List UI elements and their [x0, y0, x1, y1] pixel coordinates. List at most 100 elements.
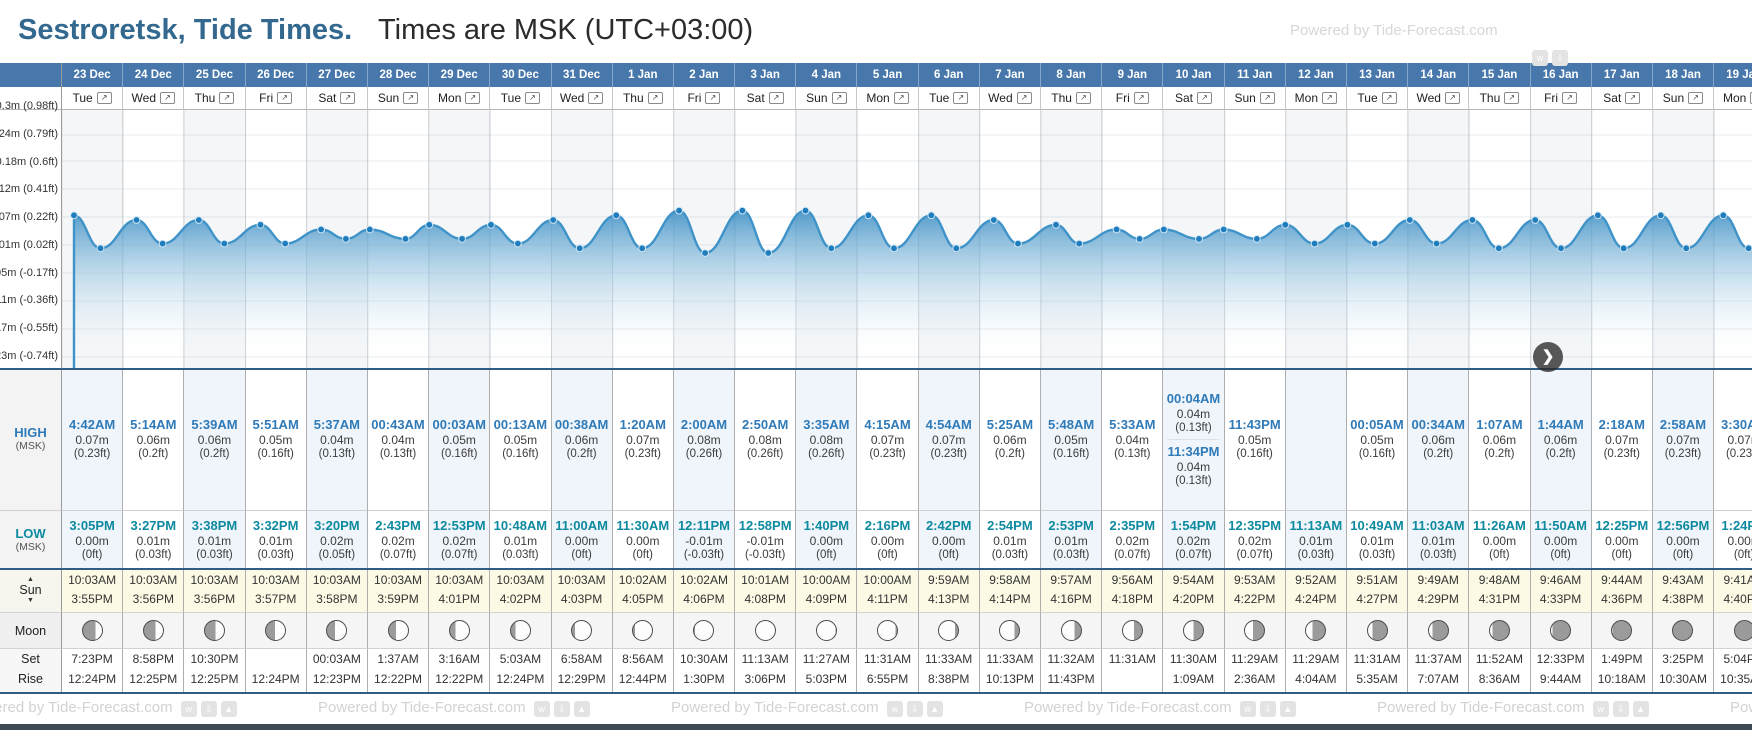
high-tide-entry: 2:50AM 0.08m (0.26ft)	[742, 417, 788, 461]
date-header[interactable]: 26 Dec	[245, 63, 307, 87]
expand-day-icon[interactable]: ↗	[1075, 92, 1091, 104]
date-header[interactable]: 7 Jan	[979, 63, 1041, 87]
date-header[interactable]: 30 Dec	[490, 63, 552, 87]
app-store-icon[interactable]: ▲	[573, 701, 590, 717]
app-icon[interactable]: w	[886, 701, 903, 717]
date-header[interactable]: 11 Jan	[1224, 63, 1286, 87]
expand-day-icon[interactable]: ↗	[1444, 92, 1460, 104]
high-tide-height-m: 0.04m	[1115, 433, 1149, 447]
expand-day-icon[interactable]: ↗	[705, 92, 721, 104]
date-header[interactable]: 1 Jan	[612, 63, 674, 87]
low-tide-height-ft: (0.03ft)	[991, 548, 1029, 561]
app-store-icon[interactable]: ▲	[1632, 701, 1649, 717]
day-cell: Wed ↗	[979, 87, 1041, 110]
date-header[interactable]: 28 Dec	[367, 63, 430, 87]
moonset-time-cell: 11:29AM	[1224, 648, 1286, 669]
app-store-icon[interactable]: ▲	[926, 701, 943, 717]
app-icon[interactable]: w	[533, 701, 550, 717]
download-icon[interactable]: ⇩	[1552, 50, 1568, 66]
expand-day-icon[interactable]: ↗	[768, 92, 784, 104]
expand-day-icon[interactable]: ↗	[1688, 92, 1704, 104]
expand-day-icon[interactable]: ↗	[588, 92, 604, 104]
date-header[interactable]: 12 Jan	[1285, 63, 1347, 87]
high-tide-cell: 5:39AM 0.06m (0.2ft)	[184, 368, 246, 510]
low-tide-entry: 12:53PM 0.02m (0.07ft)	[433, 518, 486, 562]
date-header[interactable]: 17 Jan	[1591, 63, 1653, 87]
date-header[interactable]: 2 Jan	[673, 63, 736, 87]
share-icons[interactable]: w ⇩	[1528, 48, 1568, 66]
date-header[interactable]: 24 Dec	[123, 63, 185, 87]
low-tide-entry: 12:58PM -0.01m (-0.03ft)	[739, 518, 792, 562]
high-tide-height-ft: (0.2ft)	[1423, 448, 1454, 460]
date-header[interactable]: 14 Jan	[1408, 63, 1470, 87]
date-header[interactable]: 16 Jan	[1530, 63, 1592, 87]
expand-day-icon[interactable]: ↗	[340, 92, 356, 104]
title-bar: Sestroretsk, Tide Times. Times are MSK (…	[0, 0, 1752, 63]
date-header[interactable]: 4 Jan	[796, 63, 858, 87]
expand-day-icon[interactable]: ↗	[96, 92, 112, 104]
date-header[interactable]: 19 Jan	[1714, 63, 1752, 87]
download-icon[interactable]: ⇩	[1612, 701, 1629, 717]
date-header[interactable]: 13 Jan	[1346, 63, 1409, 87]
expand-day-icon[interactable]: ↗	[1625, 92, 1641, 104]
sun-times-cell: 10:02AM 4:05PM	[612, 568, 674, 612]
app-store-icon[interactable]: ▲	[220, 701, 237, 717]
expand-day-icon[interactable]: ↗	[277, 92, 293, 104]
expand-day-icon[interactable]: ↗	[1259, 92, 1275, 104]
date-header[interactable]: 6 Jan	[918, 63, 980, 87]
date-header[interactable]: 15 Jan	[1469, 63, 1531, 87]
date-header[interactable]: 18 Jan	[1652, 63, 1715, 87]
date-header[interactable]: 31 Dec	[551, 63, 613, 87]
expand-day-icon[interactable]: ↗	[1196, 92, 1212, 104]
moon-phase-icon	[1427, 620, 1449, 641]
date-header[interactable]: 9 Jan	[1102, 63, 1164, 87]
app-icon[interactable]: w	[180, 701, 197, 717]
expand-day-icon[interactable]: ↗	[1133, 92, 1149, 104]
date-header[interactable]: 25 Dec	[184, 63, 246, 87]
date-header[interactable]: 27 Dec	[306, 63, 368, 87]
download-icon[interactable]: ⇩	[1259, 701, 1276, 717]
expand-day-icon[interactable]: ↗	[1504, 92, 1520, 104]
date-header[interactable]: 23 Dec	[62, 63, 124, 87]
bottom-scrollbar[interactable]	[0, 724, 1752, 730]
moon-phase-cell	[1285, 612, 1347, 648]
expand-day-icon[interactable]: ↗	[953, 92, 969, 104]
date-header[interactable]: 8 Jan	[1041, 63, 1103, 87]
sunset-time: 4:03PM	[560, 592, 603, 606]
download-icon[interactable]: ⇩	[906, 701, 923, 717]
app-icon[interactable]: w	[1592, 701, 1609, 717]
date-header[interactable]: 3 Jan	[735, 63, 797, 87]
moonset-time-cell: 11:31AM	[857, 648, 919, 669]
expand-day-icon[interactable]: ↗	[403, 92, 419, 104]
expand-day-icon[interactable]: ↗	[219, 92, 235, 104]
app-icon[interactable]: w	[1239, 701, 1256, 717]
scroll-next-button[interactable]: ❯	[1533, 342, 1563, 372]
expand-day-icon[interactable]: ↗	[160, 92, 176, 104]
download-icon[interactable]: ⇩	[553, 701, 570, 717]
expand-day-icon[interactable]: ↗	[465, 92, 481, 104]
expand-day-icon[interactable]: ↗	[1562, 92, 1578, 104]
sun-times-cell: 9:48AM 4:31PM	[1469, 568, 1531, 612]
date-header[interactable]: 29 Dec	[429, 63, 491, 87]
expand-day-icon[interactable]: ↗	[1381, 92, 1397, 104]
low-tide-cell: 3:05PM 0.00m (0ft)	[62, 510, 124, 568]
expand-day-icon[interactable]: ↗	[525, 92, 541, 104]
expand-day-icon[interactable]: ↗	[831, 92, 847, 104]
moonrise-time-cell: 12:23PM	[306, 669, 368, 692]
low-tide-cell: 2:43PM 0.02m (0.07ft)	[367, 510, 430, 568]
y-axis-label: 0.18m (0.6ft)	[0, 155, 58, 168]
app-store-icon[interactable]: ▲	[1279, 701, 1296, 717]
day-label: Mon	[1722, 91, 1747, 105]
expand-day-icon[interactable]: ↗	[893, 92, 909, 104]
date-header[interactable]: 5 Jan	[857, 63, 919, 87]
expand-day-icon[interactable]: ↗	[1322, 92, 1338, 104]
footer-watermark: Powered by Tide-Forecast.com w⇩▲	[671, 699, 943, 717]
download-icon[interactable]: ⇩	[200, 701, 217, 717]
date-header[interactable]: 10 Jan	[1163, 63, 1225, 87]
low-tide-height-ft: (0.07ft)	[1114, 548, 1151, 561]
high-tide-height-m: 0.05m	[442, 433, 476, 447]
expand-day-icon[interactable]: ↗	[1016, 92, 1032, 104]
share-icon[interactable]: w	[1532, 50, 1548, 66]
expand-day-icon[interactable]: ↗	[647, 92, 663, 104]
sunrise-time: 10:03AM	[557, 573, 606, 587]
